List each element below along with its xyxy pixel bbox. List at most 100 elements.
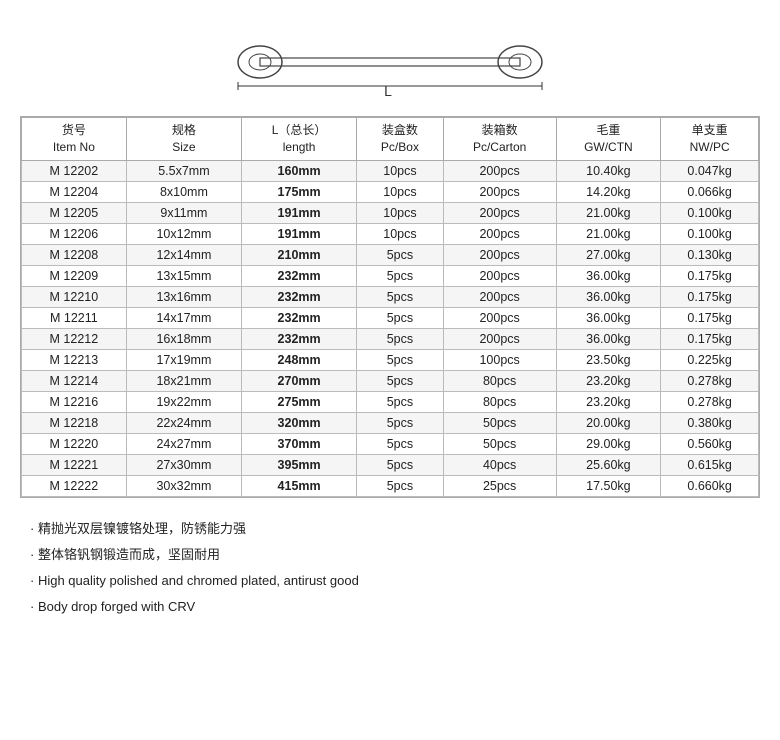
table-cell: 0.047kg xyxy=(661,160,759,181)
table-cell: 232mm xyxy=(242,307,357,328)
table-cell: M 12204 xyxy=(22,181,127,202)
table-cell: M 12221 xyxy=(22,454,127,475)
table-cell: 175mm xyxy=(242,181,357,202)
table-cell: M 12202 xyxy=(22,160,127,181)
table-cell: M 12213 xyxy=(22,349,127,370)
table-cell: 50pcs xyxy=(443,412,556,433)
table-cell: 5pcs xyxy=(357,265,444,286)
feature-item: · High quality polished and chromed plat… xyxy=(30,568,760,594)
table-cell: 10.40kg xyxy=(556,160,661,181)
product-table: 货号Item No规格SizeL（总长）length装盒数Pc/Box装箱数Pc… xyxy=(20,116,760,498)
table-cell: 0.278kg xyxy=(661,391,759,412)
table-row: M 1220913x15mm232mm5pcs200pcs36.00kg0.17… xyxy=(22,265,759,286)
table-cell: 14x17mm xyxy=(126,307,241,328)
table-cell: 0.225kg xyxy=(661,349,759,370)
table-cell: 415mm xyxy=(242,475,357,496)
table-row: M 122048x10mm175mm10pcs200pcs14.20kg0.06… xyxy=(22,181,759,202)
svg-text:L: L xyxy=(384,83,392,98)
table-cell: M 12212 xyxy=(22,328,127,349)
table-cell: 10pcs xyxy=(357,160,444,181)
table-cell: 0.278kg xyxy=(661,370,759,391)
table-cell: 0.130kg xyxy=(661,244,759,265)
table-cell: 20.00kg xyxy=(556,412,661,433)
column-header: L（总长）length xyxy=(242,118,357,161)
table-cell: 370mm xyxy=(242,433,357,454)
table-cell: 21.00kg xyxy=(556,202,661,223)
table-cell: 5pcs xyxy=(357,370,444,391)
wrench-diagram: L xyxy=(20,10,760,108)
table-cell: 0.175kg xyxy=(661,307,759,328)
table-cell: 232mm xyxy=(242,328,357,349)
table-cell: 36.00kg xyxy=(556,328,661,349)
table-cell: 23.20kg xyxy=(556,391,661,412)
table-row: M 1221619x22mm275mm5pcs80pcs23.20kg0.278… xyxy=(22,391,759,412)
table-cell: 0.175kg xyxy=(661,265,759,286)
table-cell: M 12209 xyxy=(22,265,127,286)
table-cell: 200pcs xyxy=(443,265,556,286)
feature-item: · Body drop forged with CRV xyxy=(30,594,760,620)
table-cell: M 12205 xyxy=(22,202,127,223)
table-cell: 5pcs xyxy=(357,328,444,349)
column-header: 规格Size xyxy=(126,118,241,161)
table-cell: 25pcs xyxy=(443,475,556,496)
table-cell: 0.100kg xyxy=(661,223,759,244)
table-row: M 1221013x16mm232mm5pcs200pcs36.00kg0.17… xyxy=(22,286,759,307)
column-header: 货号Item No xyxy=(22,118,127,161)
table-row: M 1222127x30mm395mm5pcs40pcs25.60kg0.615… xyxy=(22,454,759,475)
table-cell: 200pcs xyxy=(443,202,556,223)
table-cell: M 12206 xyxy=(22,223,127,244)
table-cell: 0.380kg xyxy=(661,412,759,433)
table-cell: 0.560kg xyxy=(661,433,759,454)
table-cell: M 12216 xyxy=(22,391,127,412)
table-cell: 19x22mm xyxy=(126,391,241,412)
table-cell: 16x18mm xyxy=(126,328,241,349)
table-cell: 5pcs xyxy=(357,391,444,412)
table-row: M 1220610x12mm191mm10pcs200pcs21.00kg0.1… xyxy=(22,223,759,244)
table-row: M 1221216x18mm232mm5pcs200pcs36.00kg0.17… xyxy=(22,328,759,349)
table-cell: 5pcs xyxy=(357,244,444,265)
column-header: 单支重NW/PC xyxy=(661,118,759,161)
table-cell: 29.00kg xyxy=(556,433,661,454)
table-cell: 232mm xyxy=(242,286,357,307)
table-cell: 5pcs xyxy=(357,433,444,454)
table-cell: 0.660kg xyxy=(661,475,759,496)
table-cell: 200pcs xyxy=(443,181,556,202)
table-cell: 27.00kg xyxy=(556,244,661,265)
table-cell: 13x16mm xyxy=(126,286,241,307)
feature-item: · 精抛光双层镍镀铬处理，防锈能力强 xyxy=(30,516,760,542)
table-row: M 1222230x32mm415mm5pcs25pcs17.50kg0.660… xyxy=(22,475,759,496)
table-row: M 1220812x14mm210mm5pcs200pcs27.00kg0.13… xyxy=(22,244,759,265)
table-cell: 270mm xyxy=(242,370,357,391)
table-cell: M 12211 xyxy=(22,307,127,328)
table-cell: 36.00kg xyxy=(556,307,661,328)
table-cell: 23.50kg xyxy=(556,349,661,370)
table-cell: 10pcs xyxy=(357,202,444,223)
table-cell: 5pcs xyxy=(357,286,444,307)
table-cell: 0.066kg xyxy=(661,181,759,202)
table-cell: 10pcs xyxy=(357,223,444,244)
feature-item: · 整体铬钒钢锻造而成，坚固耐用 xyxy=(30,542,760,568)
table-cell: 0.100kg xyxy=(661,202,759,223)
table-row: M 1221317x19mm248mm5pcs100pcs23.50kg0.22… xyxy=(22,349,759,370)
table-cell: 21.00kg xyxy=(556,223,661,244)
table-cell: 25.60kg xyxy=(556,454,661,475)
table-cell: 40pcs xyxy=(443,454,556,475)
features-section: · 精抛光双层镍镀铬处理，防锈能力强· 整体铬钒钢锻造而成，坚固耐用· High… xyxy=(20,516,760,620)
table-cell: 17x19mm xyxy=(126,349,241,370)
table-cell: 200pcs xyxy=(443,286,556,307)
table-cell: 24x27mm xyxy=(126,433,241,454)
table-cell: 36.00kg xyxy=(556,265,661,286)
table-cell: 18x21mm xyxy=(126,370,241,391)
table-cell: 395mm xyxy=(242,454,357,475)
table-cell: 5.5x7mm xyxy=(126,160,241,181)
table-cell: 0.175kg xyxy=(661,286,759,307)
table-cell: 5pcs xyxy=(357,454,444,475)
table-cell: 36.00kg xyxy=(556,286,661,307)
table-cell: 5pcs xyxy=(357,307,444,328)
table-cell: 210mm xyxy=(242,244,357,265)
table-cell: M 12214 xyxy=(22,370,127,391)
table-cell: 30x32mm xyxy=(126,475,241,496)
table-row: M 122059x11mm191mm10pcs200pcs21.00kg0.10… xyxy=(22,202,759,223)
table-cell: 160mm xyxy=(242,160,357,181)
table-cell: 13x15mm xyxy=(126,265,241,286)
